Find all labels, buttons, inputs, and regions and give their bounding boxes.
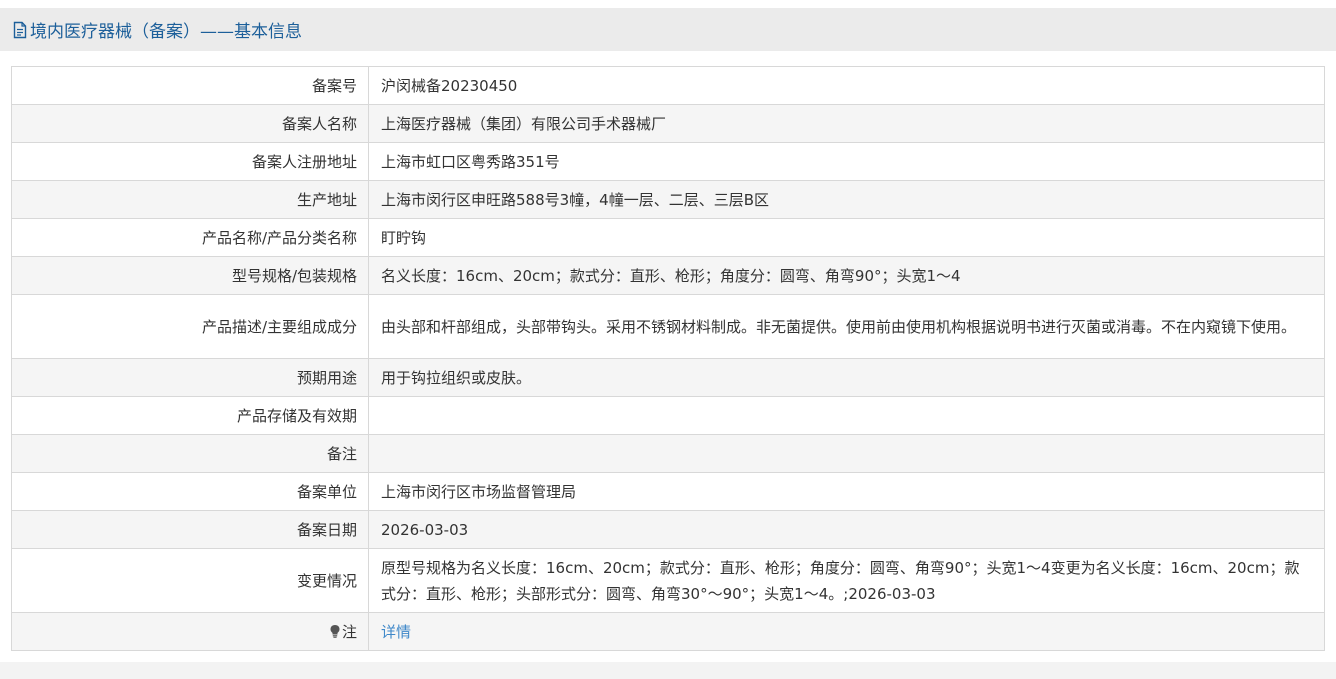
- row-value: 上海医疗器械（集团）有限公司手术器械厂: [368, 104, 1325, 143]
- row-value: 名义长度：16cm、20cm；款式分：直形、枪形；角度分：圆弯、角弯90°；头宽…: [368, 256, 1325, 295]
- top-strip: [0, 0, 1336, 8]
- table-row: 备案人名称 上海医疗器械（集团）有限公司手术器械厂: [11, 104, 1325, 143]
- row-value: 原型号规格为名义长度：16cm、20cm；款式分：直形、枪形；角度分：圆弯、角弯…: [368, 548, 1325, 613]
- row-value: 上海市虹口区粤秀路351号: [368, 142, 1325, 181]
- row-value: 上海市闵行区申旺路588号3幢，4幢一层、二层、三层B区: [368, 180, 1325, 219]
- table-row: 备案单位 上海市闵行区市场监督管理局: [11, 472, 1325, 511]
- row-label: 产品描述/主要组成成分: [11, 294, 369, 359]
- row-value: 盯眝钩: [368, 218, 1325, 257]
- row-value: [368, 434, 1325, 473]
- content-area: 备案号 沪闵械备20230450 备案人名称 上海医疗器械（集团）有限公司手术器…: [0, 51, 1336, 679]
- row-label: 变更情况: [11, 548, 369, 613]
- row-label: 备案日期: [11, 510, 369, 549]
- page-title: 境内医疗器械（备案）——基本信息: [12, 17, 302, 42]
- table-row: 生产地址 上海市闵行区申旺路588号3幢，4幢一层、二层、三层B区: [11, 180, 1325, 219]
- row-label: 备案人注册地址: [11, 142, 369, 181]
- page-title-text: 境内医疗器械（备案）——基本信息: [30, 22, 302, 42]
- header-bar: 境内医疗器械（备案）——基本信息: [0, 8, 1336, 51]
- lightbulb-icon: [329, 624, 341, 638]
- table-row: 产品存储及有效期: [11, 396, 1325, 435]
- note-label-cell: 注: [11, 612, 369, 651]
- table-row: 型号规格/包装规格 名义长度：16cm、20cm；款式分：直形、枪形；角度分：圆…: [11, 256, 1325, 295]
- note-label: 注: [341, 623, 357, 641]
- table-row: 产品名称/产品分类名称 盯眝钩: [11, 218, 1325, 257]
- table-row: 备注: [11, 434, 1325, 473]
- table-row: 备案日期 2026-03-03: [11, 510, 1325, 549]
- details-link[interactable]: 详情: [381, 623, 411, 641]
- row-value: 沪闵械备20230450: [368, 66, 1325, 105]
- note-value-cell: 详情: [368, 612, 1325, 651]
- row-label: 预期用途: [11, 358, 369, 397]
- row-label: 备注: [11, 434, 369, 473]
- row-value: [368, 396, 1325, 435]
- table-row: 产品描述/主要组成成分 由头部和杆部组成，头部带钩头。采用不锈钢材料制成。非无菌…: [11, 294, 1325, 359]
- row-label: 备案号: [11, 66, 369, 105]
- note-row: 注 详情: [11, 612, 1325, 651]
- table-row: 备案号 沪闵械备20230450: [11, 66, 1325, 105]
- table-row: 预期用途 用于钩拉组织或皮肤。: [11, 358, 1325, 397]
- row-value: 用于钩拉组织或皮肤。: [368, 358, 1325, 397]
- row-label: 生产地址: [11, 180, 369, 219]
- row-label: 产品存储及有效期: [11, 396, 369, 435]
- row-label: 产品名称/产品分类名称: [11, 218, 369, 257]
- row-value: 上海市闵行区市场监督管理局: [368, 472, 1325, 511]
- bottom-strip: [0, 662, 1336, 679]
- row-value: 2026-03-03: [368, 510, 1325, 549]
- document-icon: [12, 21, 28, 39]
- row-label: 备案单位: [11, 472, 369, 511]
- info-table: 备案号 沪闵械备20230450 备案人名称 上海医疗器械（集团）有限公司手术器…: [11, 66, 1325, 651]
- row-label: 型号规格/包装规格: [11, 256, 369, 295]
- table-row: 变更情况 原型号规格为名义长度：16cm、20cm；款式分：直形、枪形；角度分：…: [11, 548, 1325, 613]
- row-value: 由头部和杆部组成，头部带钩头。采用不锈钢材料制成。非无菌提供。使用前由使用机构根…: [368, 294, 1325, 359]
- row-label: 备案人名称: [11, 104, 369, 143]
- table-row: 备案人注册地址 上海市虹口区粤秀路351号: [11, 142, 1325, 181]
